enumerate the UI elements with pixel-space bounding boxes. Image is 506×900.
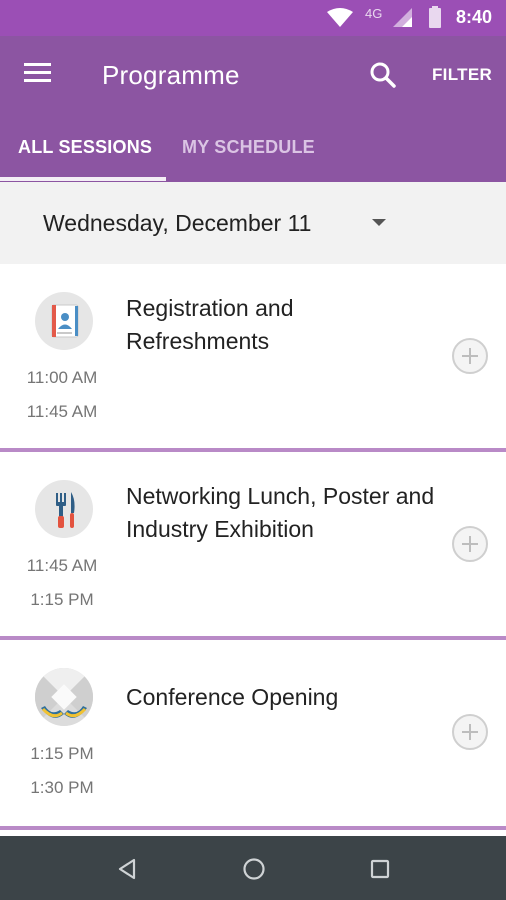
dropdown-arrow-icon: [372, 219, 386, 226]
tab-my-schedule[interactable]: MY SCHEDULE: [182, 137, 315, 158]
session-end-time: 1:30 PM: [30, 778, 94, 797]
tab-all-sessions[interactable]: ALL SESSIONS: [18, 137, 152, 158]
session-card[interactable]: Conference Opening 1:15 PM 1:30 PM: [0, 640, 506, 830]
add-to-schedule-button[interactable]: [452, 714, 488, 750]
session-end-time: 1:15 PM: [30, 590, 94, 609]
wifi-icon: [327, 8, 353, 27]
signal-icon: [393, 8, 412, 27]
clock: 8:40: [456, 7, 493, 27]
session-card[interactable]: Networking Lunch, Poster and Industry Ex…: [0, 452, 506, 640]
add-to-schedule-button[interactable]: [452, 338, 488, 374]
tab-indicator: [0, 177, 166, 181]
session-end-time: 11:45 AM: [26, 402, 98, 421]
registration-badge-icon: [35, 292, 93, 350]
fork-knife-icon: [35, 480, 93, 538]
home-icon[interactable]: [237, 852, 271, 886]
session-title: Networking Lunch, Poster and Industry Ex…: [126, 483, 435, 542]
session-card[interactable]: Registration and Refreshments 11:00 AM 1…: [0, 264, 506, 452]
network-type: 4G: [365, 6, 383, 21]
date-selector[interactable]: Wednesday, December 11: [0, 182, 506, 264]
session-start-time: 11:45 AM: [26, 556, 98, 575]
session-start-time: 1:15 PM: [30, 744, 94, 763]
search-icon[interactable]: [369, 61, 397, 89]
recents-icon[interactable]: [363, 852, 397, 886]
system-navigation-bar: [0, 836, 506, 900]
filter-button[interactable]: FILTER: [432, 65, 492, 85]
conference-opening-icon: [35, 668, 93, 726]
date-selector-value: Wednesday, December 11: [43, 210, 312, 236]
app-bar: Programme FILTER ALL SESSIONS MY SCHEDUL…: [0, 36, 506, 182]
status-bar: 4G 8:40: [0, 0, 506, 36]
add-to-schedule-button[interactable]: [452, 526, 488, 562]
session-title: Registration and Refreshments: [126, 295, 294, 354]
session-start-time: 11:00 AM: [26, 368, 98, 387]
battery-icon: [429, 6, 441, 28]
back-icon[interactable]: [110, 852, 144, 886]
menu-icon[interactable]: [24, 63, 56, 87]
session-title: Conference Opening: [126, 684, 339, 710]
page-title: Programme: [102, 60, 240, 90]
